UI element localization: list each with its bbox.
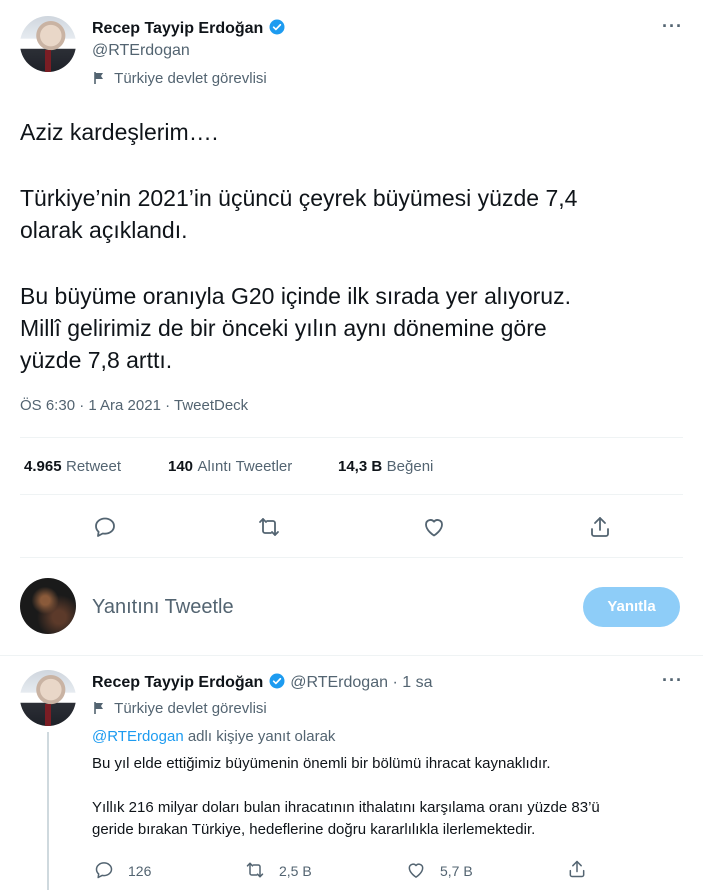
reply-count: 126 xyxy=(128,863,152,879)
author-handle[interactable]: @RTErdogan xyxy=(92,42,190,60)
tweet-text-line: Bu büyüme oranıyla G20 içinde ilk sırada… xyxy=(20,283,571,309)
divider xyxy=(0,655,703,656)
like-icon[interactable] xyxy=(406,860,426,880)
verified-badge-icon xyxy=(268,672,286,690)
retweet-count: 2,5 B xyxy=(279,863,312,879)
stat-quotes-count: 140 xyxy=(168,458,194,475)
thread-line xyxy=(47,732,49,890)
reply-account-label: Türkiye devlet görevlisi xyxy=(92,700,267,717)
tweet-text-line: Aziz kardeşlerim…. xyxy=(20,119,219,145)
retweet-icon[interactable] xyxy=(257,515,281,539)
tweet-text-line: Millî gelirimiz de bir önceki yılın aynı… xyxy=(20,315,547,341)
reply-author-name[interactable]: Recep Tayyip Erdoğan xyxy=(92,674,263,691)
more-icon[interactable]: ··· xyxy=(662,670,683,691)
like-icon[interactable] xyxy=(422,515,446,539)
account-label: Türkiye devlet görevlisi xyxy=(92,70,267,87)
author-avatar[interactable] xyxy=(20,16,76,72)
reply-header: Recep Tayyip Erdoğan @RTErdogan · 1 sa xyxy=(92,672,432,692)
tweet-text-line: Türkiye’nin 2021’in üçüncü çeyrek büyüme… xyxy=(20,185,578,211)
reply-input[interactable]: Yanıtını Tweetle xyxy=(92,596,234,619)
stat-quotes[interactable]: 140 Alıntı Tweetler xyxy=(168,458,292,476)
current-user-avatar[interactable] xyxy=(20,578,76,634)
flag-icon xyxy=(92,701,106,715)
share-icon[interactable] xyxy=(567,859,587,879)
reply-author-handle[interactable]: @RTErdogan xyxy=(290,674,388,691)
reply-author-avatar[interactable] xyxy=(20,670,76,726)
reply-text-paragraph: Bu yıl elde ettiğimiz büyümenin önemli b… xyxy=(92,755,551,772)
reply-button[interactable]: Yanıtla xyxy=(583,587,680,627)
reply-text-line: geride bırakan Türkiye, hedeflerine doğr… xyxy=(92,821,536,838)
stat-retweets-label: Retweet xyxy=(66,458,122,475)
replying-to: @RTErdogan adlı kişiye yanıt olarak xyxy=(92,728,335,745)
tweet-text-line: olarak açıklandı. xyxy=(20,217,188,243)
tweet-text-line: yüzde 7,8 arttı. xyxy=(20,347,173,373)
stat-likes[interactable]: 14,3 B Beğeni xyxy=(338,458,433,476)
like-count: 5,7 B xyxy=(440,863,473,879)
replying-to-suffix: adlı kişiye yanıt olarak xyxy=(187,728,336,745)
stat-likes-count: 14,3 B xyxy=(338,458,383,475)
share-icon[interactable] xyxy=(588,515,612,539)
reply-time[interactable]: · 1 sa xyxy=(392,674,432,691)
author-name[interactable]: Recep Tayyip Erdoğan xyxy=(92,20,263,37)
more-icon[interactable]: ··· xyxy=(662,16,683,37)
reply-account-label-text: Türkiye devlet görevlisi xyxy=(114,700,267,717)
stat-likes-label: Beğeni xyxy=(386,458,434,475)
replying-to-handle[interactable]: @RTErdogan xyxy=(92,728,184,745)
divider xyxy=(20,557,683,558)
retweet-icon[interactable] xyxy=(245,860,265,880)
reply-icon[interactable] xyxy=(94,860,114,880)
divider xyxy=(20,494,683,495)
divider xyxy=(20,437,683,438)
tweet-timestamp[interactable]: ÖS 6:30 · 1 Ara 2021 · TweetDeck xyxy=(20,397,248,414)
author-name-row[interactable]: Recep Tayyip Erdoğan xyxy=(92,18,286,38)
stat-retweets-count: 4.965 xyxy=(24,458,62,475)
stat-retweets[interactable]: 4.965 Retweet xyxy=(24,458,121,476)
reply-text-line: Yıllık 216 milyar doları bulan ihracatın… xyxy=(92,799,600,816)
flag-icon xyxy=(92,71,106,85)
reply-icon[interactable] xyxy=(93,515,117,539)
account-label-text: Türkiye devlet görevlisi xyxy=(114,70,267,87)
stat-quotes-label: Alıntı Tweetler xyxy=(197,458,293,475)
verified-badge-icon xyxy=(268,18,286,36)
